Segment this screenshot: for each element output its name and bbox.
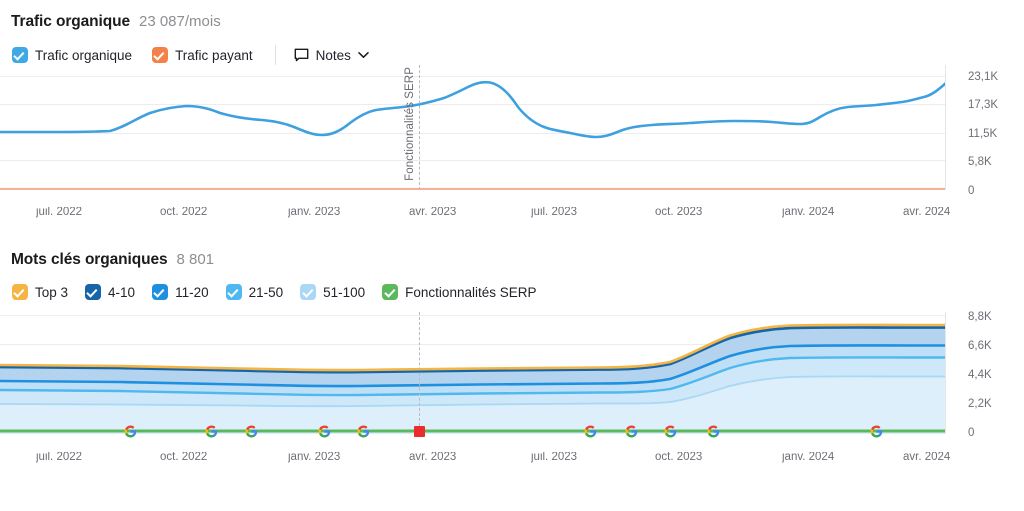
x-tick-label: avr. 2023: [409, 452, 457, 463]
legend-item-top-3[interactable]: Top 3: [12, 284, 68, 300]
plot-right-edge: [945, 65, 946, 190]
section-title: Mots clés organiques: [11, 251, 168, 268]
legend-label: 11-20: [175, 284, 209, 300]
legend-item-51-100[interactable]: 51-100: [300, 284, 365, 300]
x-tick-label: juil. 2022: [36, 452, 83, 463]
legend-item-trafic-organique[interactable]: Trafic organique: [12, 47, 132, 63]
checkbox-checked-icon[interactable]: [382, 284, 399, 300]
x-tick-label: janv. 2023: [288, 207, 341, 218]
notes-dropdown-button[interactable]: Notes: [294, 48, 369, 63]
legend-item-4-10[interactable]: 4-10: [85, 284, 135, 300]
legend-item-21-50[interactable]: 21-50: [225, 284, 284, 300]
x-tick-label: janv. 2023: [288, 452, 341, 463]
y-tick-label: 5,8K: [968, 156, 992, 168]
organic-traffic-header: Trafic organique 23 087/mois: [0, 0, 1024, 31]
y-tick-label: 4,4K: [968, 369, 992, 381]
x-tick-label: janv. 2024: [782, 452, 835, 463]
x-tick-label: oct. 2022: [160, 207, 208, 218]
legend-label: 4-10: [108, 284, 136, 300]
y-tick-label: 0: [968, 185, 975, 197]
y-tick-label: 17,3K: [968, 99, 999, 111]
google-update-icon[interactable]: [357, 425, 370, 438]
legend-label: Top 3: [35, 284, 69, 300]
chevron-down-icon: [358, 51, 369, 59]
legend-item-fonctionnalites-serp[interactable]: Fonctionnalités SERP: [382, 284, 537, 300]
checkbox-checked-icon[interactable]: [300, 284, 317, 300]
notes-label: Notes: [315, 47, 351, 63]
y-tick-label: 11,5K: [968, 128, 998, 140]
legend-item-trafic-payant[interactable]: Trafic payant: [152, 47, 253, 63]
google-update-icon[interactable]: [625, 425, 638, 438]
organic-keywords-value: 8 801: [176, 251, 215, 268]
google-update-icon[interactable]: [870, 425, 883, 438]
legend-item-11-20[interactable]: 11-20: [152, 284, 209, 300]
organic-keywords-chart[interactable]: 8,8K 6,6K 4,4K 2,2K 0 juil. 2022 oct. 20…: [0, 311, 1024, 472]
serp-annotation-line: [419, 312, 421, 431]
organic-keywords-header: Mots clés organiques 8 801: [0, 251, 1024, 269]
x-tick-label: oct. 2023: [655, 207, 703, 218]
checkbox-checked-icon[interactable]: [12, 47, 28, 63]
x-tick-label: avr. 2024: [903, 207, 951, 218]
x-tick-label: oct. 2023: [655, 452, 703, 463]
google-update-icon[interactable]: [664, 425, 677, 438]
google-update-icon[interactable]: [124, 425, 137, 438]
checkbox-checked-icon[interactable]: [152, 47, 169, 63]
legend-divider: [274, 45, 276, 65]
checkbox-checked-icon[interactable]: [85, 284, 102, 300]
x-tick-label: avr. 2024: [903, 452, 951, 463]
x-tick-label: avr. 2023: [409, 207, 457, 218]
plot-right-edge: [945, 312, 946, 434]
legend-label: 51-100: [323, 284, 366, 300]
y-tick-label: 23,1K: [968, 71, 999, 83]
google-update-icon[interactable]: [205, 425, 218, 438]
x-tick-label: juil. 2023: [531, 452, 578, 463]
checkbox-checked-icon[interactable]: [12, 284, 28, 300]
x-tick-label: juil. 2023: [531, 207, 578, 218]
legend-label: Trafic payant: [175, 47, 253, 63]
organic-traffic-chart[interactable]: Fonctionnalités SERP 23,1K 17,3K 11,5K 5…: [0, 65, 1024, 225]
checkbox-checked-icon[interactable]: [152, 284, 169, 300]
organic-keywords-panel: Mots clés organiques 8 801 Top 3 4-10 11…: [0, 251, 1024, 472]
y-tick-label: 8,8K: [968, 311, 992, 323]
google-update-icon[interactable]: [245, 425, 258, 438]
google-update-icon[interactable]: [707, 425, 720, 438]
organic-traffic-value: 23 087/mois: [138, 13, 221, 30]
legend-label: Trafic organique: [35, 47, 133, 63]
note-bubble-icon: [294, 48, 309, 63]
x-tick-label: janv. 2024: [782, 207, 835, 218]
checkbox-checked-icon[interactable]: [225, 284, 242, 300]
note-marker-icon[interactable]: [413, 426, 425, 437]
y-tick-label: 6,6K: [968, 340, 992, 352]
legend-label: 21-50: [248, 284, 284, 300]
y-tick-label: 0: [968, 427, 975, 439]
organic-keywords-plot: [0, 312, 946, 434]
legend-label: Fonctionnalités SERP: [405, 284, 537, 300]
organic-traffic-panel: Trafic organique 23 087/mois Trafic orga…: [0, 0, 1024, 225]
x-tick-label: oct. 2022: [160, 452, 208, 463]
google-update-icon[interactable]: [584, 425, 597, 438]
page-title: Trafic organique: [11, 13, 130, 30]
organic-keywords-legend: Top 3 4-10 11-20 21-50 51-100 Fonctionna…: [0, 284, 1024, 300]
organic-traffic-legend: Trafic organique Trafic payant Notes: [0, 45, 1024, 65]
google-update-icon[interactable]: [318, 425, 331, 438]
serp-annotation-label: Fonctionnalités SERP: [404, 67, 416, 181]
y-tick-label: 2,2K: [968, 398, 992, 410]
serp-annotation-line: [419, 65, 421, 190]
organic-traffic-plot: [0, 65, 946, 190]
x-tick-label: juil. 2022: [36, 207, 83, 218]
